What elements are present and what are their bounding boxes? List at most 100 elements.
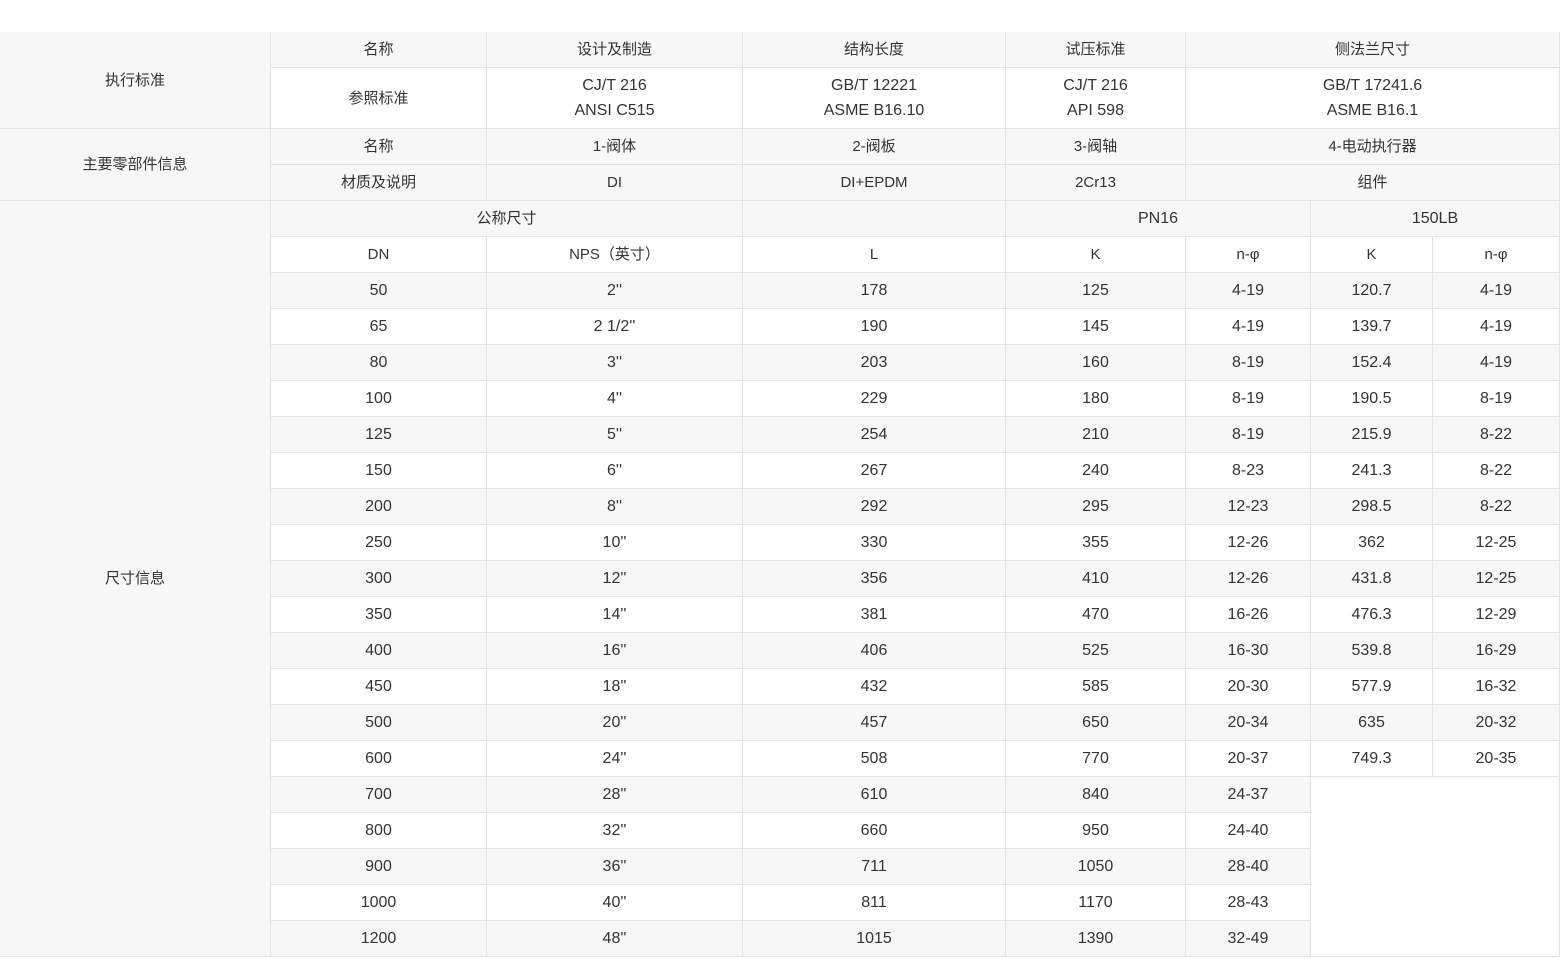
table-cell: 8-19 [1186,381,1311,417]
standards-header-cell: 试压标准 [1006,32,1186,68]
parts-material-cell: 组件 [1186,165,1560,201]
table-cell: 28'' [487,777,743,813]
table-cell: 16-29 [1433,633,1560,669]
table-cell: 100 [271,381,487,417]
table-cell: 16-30 [1186,633,1311,669]
reference-cell-line-2: ANSI C515 [574,102,655,119]
table-cell: 525 [1006,633,1186,669]
table-cell: 12-26 [1186,561,1311,597]
table-cell: 178 [743,273,1006,309]
table-cell: 14'' [487,597,743,633]
table-cell: 4-19 [1433,309,1560,345]
table-cell: 215.9 [1311,417,1433,453]
table-cell: 12-25 [1433,561,1560,597]
table-cell: 120.7 [1311,273,1433,309]
reference-cell: CJ/T 216 API 598 [1006,68,1186,129]
table-cell: 50 [271,273,487,309]
table-cell: 65 [271,309,487,345]
table-cell: 295 [1006,489,1186,525]
table-cell: 6'' [487,453,743,489]
table-cell: 241.3 [1311,453,1433,489]
table-cell: 20-30 [1186,669,1311,705]
table-cell: 3'' [487,345,743,381]
table-cell: 432 [743,669,1006,705]
table-cell: 770 [1006,741,1186,777]
table-cell: 2 1/2'' [487,309,743,345]
parts-name-cell: 4-电动执行器 [1186,129,1560,165]
table-cell: 40'' [487,885,743,921]
table-cell: 24-37 [1186,777,1311,813]
table-cell: 145 [1006,309,1186,345]
table-cell: 355 [1006,525,1186,561]
table-cell: 10'' [487,525,743,561]
section-standards: 执行标准 [0,32,271,129]
table-cell: 20-35 [1433,741,1560,777]
table-cell: 4-19 [1433,273,1560,309]
table-cell: 840 [1006,777,1186,813]
table-cell: 585 [1006,669,1186,705]
table-cell: 16'' [487,633,743,669]
table-cell: 125 [271,417,487,453]
table-cell: 20-37 [1186,741,1311,777]
table-cell: 12-29 [1433,597,1560,633]
table-cell: 1000 [271,885,487,921]
table-cell: 36'' [487,849,743,885]
table-cell: 24'' [487,741,743,777]
standards-header-cell: 设计及制造 [487,32,743,68]
table-cell: 635 [1311,705,1433,741]
parts-name-cell: 1-阀体 [487,129,743,165]
table-cell: 48'' [487,921,743,957]
table-cell: 1050 [1006,849,1186,885]
column-header: K [1006,237,1186,273]
table-cell: 8-22 [1433,453,1560,489]
table-cell: 1015 [743,921,1006,957]
empty-150lb-block [1311,777,1560,957]
table-cell: 20'' [487,705,743,741]
table-cell: 20-34 [1186,705,1311,741]
parts-name-cell: 2-阀板 [743,129,1006,165]
standards-header-cell: 名称 [271,32,487,68]
reference-cell-line-1: CJ/T 216 [582,77,647,94]
table-cell: 300 [271,561,487,597]
table-cell: 356 [743,561,1006,597]
table-cell: 210 [1006,417,1186,453]
table-cell: 749.3 [1311,741,1433,777]
table-cell: 267 [743,453,1006,489]
reference-cell-line-2: ASME B16.10 [823,102,925,119]
column-header: n-φ [1433,237,1560,273]
table-cell: 539.8 [1311,633,1433,669]
table-cell: 12-25 [1433,525,1560,561]
table-cell: 362 [1311,525,1433,561]
table-cell: 28-40 [1186,849,1311,885]
table-cell: 470 [1006,597,1186,633]
table-cell: 330 [743,525,1006,561]
table-cell: 139.7 [1311,309,1433,345]
table-cell: 18'' [487,669,743,705]
table-cell: 203 [743,345,1006,381]
table-cell: 476.3 [1311,597,1433,633]
table-cell: 4'' [487,381,743,417]
reference-cell: CJ/T 216 ANSI C515 [487,68,743,129]
table-cell: 500 [271,705,487,741]
table-cell: 950 [1006,813,1186,849]
table-cell: 577.9 [1311,669,1433,705]
table-cell: 229 [743,381,1006,417]
table-cell: 5'' [487,417,743,453]
table-cell: 660 [743,813,1006,849]
reference-cell-line-1: CJ/T 216 [1063,77,1128,94]
table-cell: 1390 [1006,921,1186,957]
column-header: K [1311,237,1433,273]
table-cell: 457 [743,705,1006,741]
table-cell: 8'' [487,489,743,525]
table-cell: 12-23 [1186,489,1311,525]
table-cell: 4-19 [1433,345,1560,381]
table-cell: 2'' [487,273,743,309]
table-cell: 1170 [1006,885,1186,921]
table-cell: 1200 [271,921,487,957]
table-cell: 8-19 [1186,417,1311,453]
reference-cell-line-1: GB/T 17241.6 [1322,77,1423,94]
column-header: L [743,237,1006,273]
table-cell: 240 [1006,453,1186,489]
standards-header-cell: 结构长度 [743,32,1006,68]
parts-name-cell: 名称 [271,129,487,165]
